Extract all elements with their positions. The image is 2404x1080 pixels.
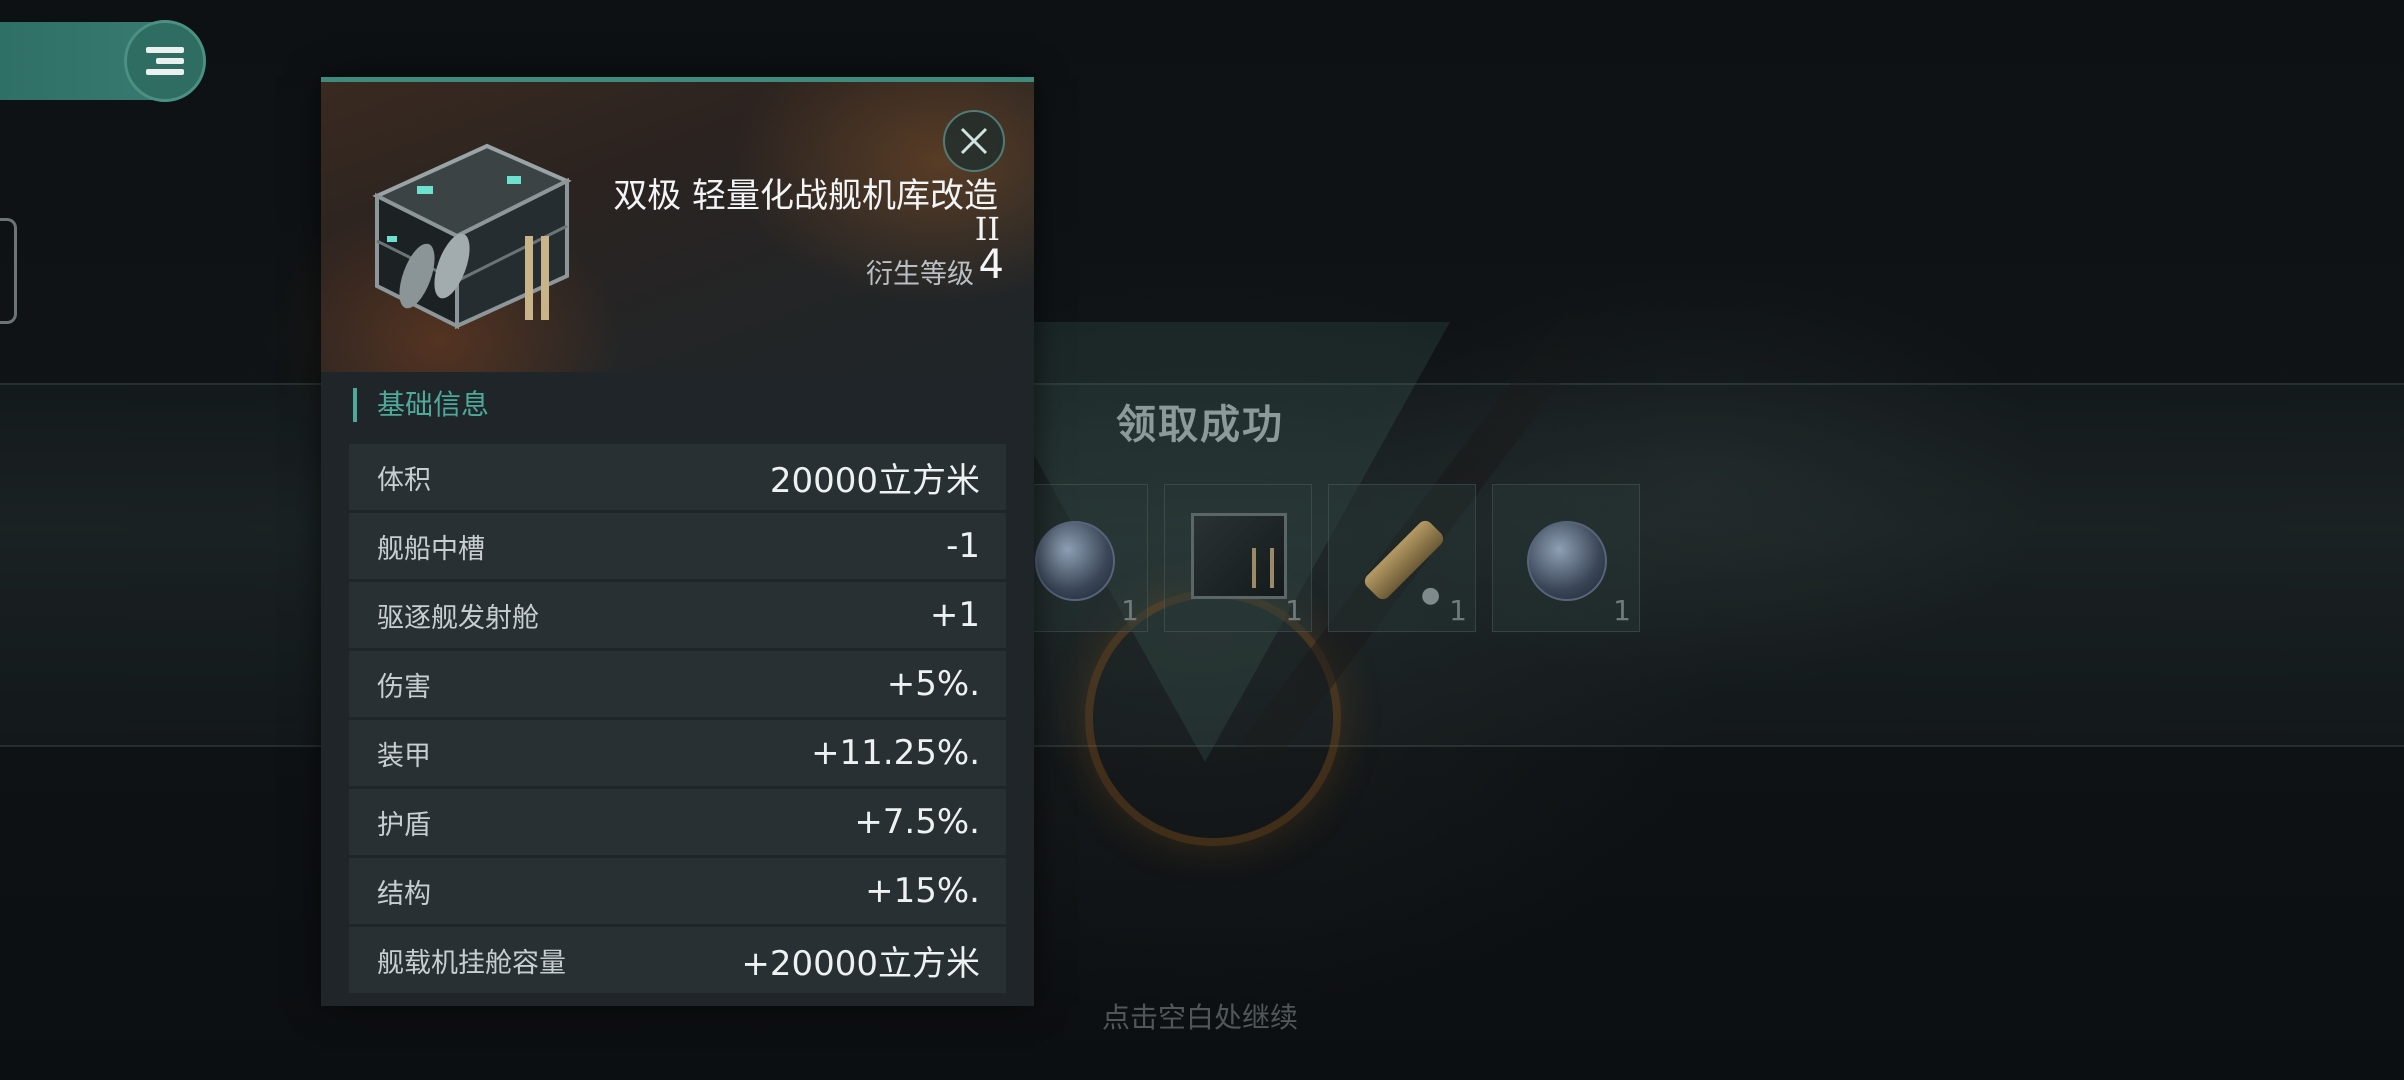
menu-button[interactable] [124,20,206,102]
stat-value: +15%. [865,871,980,911]
stat-row: 伤害 +5%. [349,651,1006,717]
stat-value: +11.25%. [811,733,980,773]
stat-row: 体积 20000立方米 [349,444,1006,510]
derivative-level-value: 4 [978,242,1004,288]
stat-label: 装甲 [377,740,431,772]
section-title-basic-info: 基础信息 [353,388,489,422]
menu-icon [146,42,184,80]
stat-value: +1 [929,595,980,635]
stat-label: 体积 [377,464,431,496]
close-button[interactable] [943,110,1005,172]
reward-item[interactable]: 1 [1164,484,1312,632]
item-name: 双极 轻量化战舰机库改造 [613,176,998,216]
reward-qty: 1 [1285,594,1303,627]
stat-label: 结构 [377,878,431,910]
side-tab-icon[interactable] [0,218,17,324]
stat-label: 舰船中槽 [377,533,485,565]
fighter-orb-icon [1035,521,1115,601]
stat-row: 驱逐舰发射舱 +1 [349,582,1006,648]
stat-label: 护盾 [377,809,431,841]
person-icon: ● [1421,583,1441,608]
reward-item[interactable]: 1 [1492,484,1640,632]
reward-qty: 1 [1121,594,1139,627]
stat-value: +20000立方米 [741,943,980,984]
stat-value: -1 [946,526,980,566]
stat-row: 结构 +15%. [349,858,1006,924]
stat-label: 伤害 [377,671,431,703]
stats-list: 体积 20000立方米 舰船中槽 -1 驱逐舰发射舱 +1 伤害 +5%. 装甲… [349,444,1006,996]
fighter-orb-icon [1527,521,1607,601]
stat-row: 护盾 +7.5%. [349,789,1006,855]
stat-row: 舰载机挂舱容量 +20000立方米 [349,927,1006,993]
item-detail-panel: 双极 轻量化战舰机库改造 II 衍生等级 4 基础信息 体积 20000立方米 … [321,77,1034,1006]
continue-hint[interactable]: 点击空白处继续 [1040,996,1360,1036]
hangar-module-icon [1191,513,1287,599]
reward-items: 1 1 ● 1 1 [1000,484,1640,632]
hangar-module-icon [372,143,572,330]
stat-label: 舰载机挂舱容量 [377,947,566,979]
reward-qty: 1 [1613,594,1631,627]
stat-row: 装甲 +11.25%. [349,720,1006,786]
reward-success-title: 领取成功 [1116,402,1284,448]
close-icon [960,127,988,155]
derivative-level-label: 衍生等级 [866,259,974,290]
stat-label: 驱逐舰发射舱 [377,602,539,634]
stat-value: +5%. [886,664,980,704]
reward-item[interactable]: ● 1 [1328,484,1476,632]
reward-qty: 1 [1449,594,1467,627]
stat-value: 20000立方米 [769,460,980,501]
stat-value: +7.5%. [854,802,980,842]
stat-row: 舰船中槽 -1 [349,513,1006,579]
